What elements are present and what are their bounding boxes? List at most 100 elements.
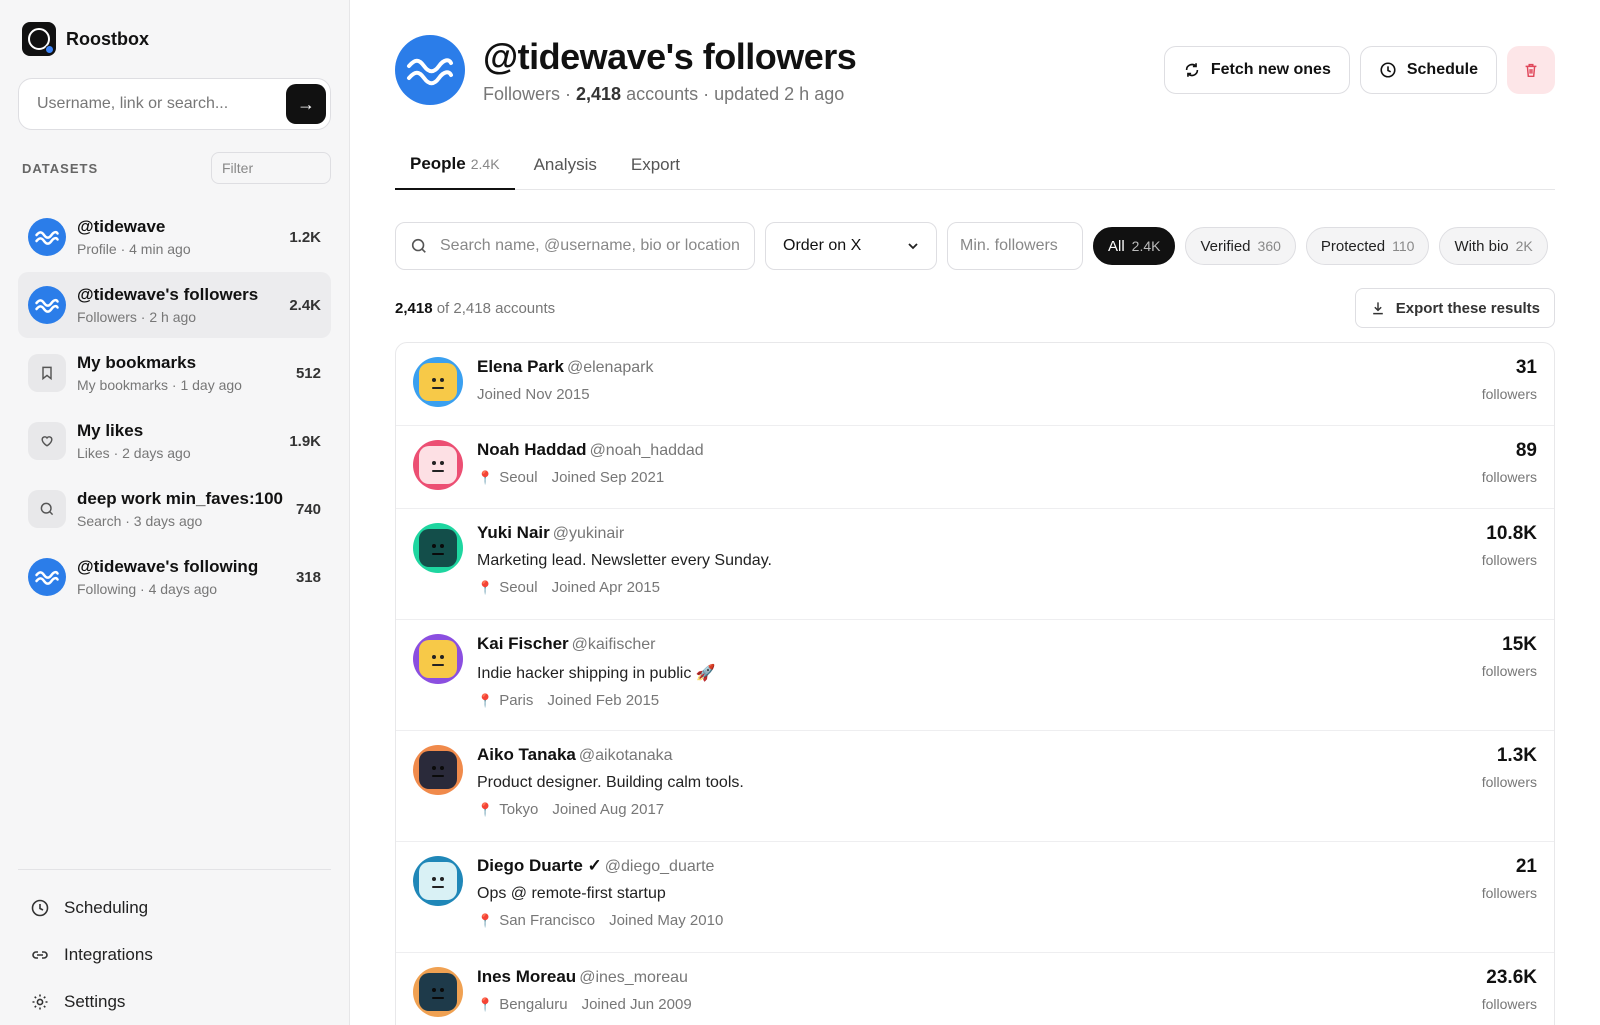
dataset-item[interactable]: @tidewave's following Following · 4 days … [18, 544, 331, 610]
person-bio: Marketing lead. Newsletter every Sunday. [477, 552, 772, 569]
tab-analysis[interactable]: Analysis [519, 140, 612, 190]
people-search-input[interactable] [440, 237, 740, 255]
tab-people[interactable]: People 2.4K [395, 140, 515, 190]
avatar-face-icon [419, 973, 457, 1011]
person-row[interactable]: Noah Haddad @noah_haddad 📍 Seoul Joined Sep … [396, 426, 1554, 509]
dataset-name: deep work min_faves:100 [77, 489, 283, 508]
fetch-new-button[interactable]: Fetch new ones [1163, 46, 1350, 94]
chip-count: 2K [1515, 238, 1533, 254]
arrow-right-icon: → [297, 93, 315, 114]
person-name[interactable]: Ines Moreau @ines_moreau [477, 967, 1482, 987]
person-meta: Joined Nov 2015 [477, 386, 1482, 403]
tab-bar: People 2.4K Analysis Export [395, 140, 1555, 190]
sidebar-link-settings[interactable]: Settings [18, 978, 331, 1025]
dataset-name: @tidewave's following [77, 557, 259, 576]
person-info: Diego Duarte ✓ @diego_duarte Ops @ remote-… [477, 856, 1482, 929]
order-select[interactable]: Order on X [765, 222, 937, 270]
clock-icon [1380, 62, 1396, 78]
search-icon [411, 238, 426, 253]
follower-label: followers [1481, 469, 1537, 485]
people-search [395, 222, 755, 270]
tab-label: People [410, 154, 466, 173]
person-name[interactable]: Kai Fischer @kaifischer [477, 634, 1482, 654]
person-bio: Indie hacker shipping in public 🚀 [477, 665, 716, 682]
schedule-button[interactable]: Schedule [1359, 46, 1497, 94]
person-name[interactable]: Elena Park @elenapark [477, 357, 1482, 377]
person-name[interactable]: Aiko Tanaka @aikotanaka [477, 745, 1482, 765]
datasets-filter-input[interactable] [211, 152, 331, 184]
filter-bar: Order on X All 2.4K Verified 360 Protected 11… [395, 222, 1555, 270]
dataset-name: My bookmarks [77, 353, 197, 372]
app-name: Roostbox [66, 28, 149, 49]
dataset-name: My likes [77, 421, 144, 440]
dataset-avatar [395, 35, 465, 105]
person-row[interactable]: Ines Moreau @ines_moreau 📍 Bengaluru Joined … [396, 953, 1554, 1025]
dataset-meta: Followers · 2 h ago [77, 309, 197, 325]
dataset-item[interactable]: @tidewave Profile · 4 min ago 1.2K [18, 204, 331, 270]
dataset-item[interactable]: @tidewave's followers Followers · 2 h ago… [18, 272, 331, 338]
avatar-face-icon [419, 363, 457, 401]
follower-stat: 10.8K followers [1482, 523, 1537, 568]
dataset-avatar [28, 558, 66, 596]
filter-chip-with-bio[interactable]: With bio 2K [1439, 227, 1548, 265]
tab-export[interactable]: Export [616, 140, 695, 190]
avatar [413, 634, 463, 684]
account-count: 2,418 [576, 83, 622, 104]
brand[interactable]: Roostbox [18, 0, 331, 78]
person-info: Ines Moreau @ines_moreau 📍 Bengaluru Joined … [477, 967, 1482, 1013]
location-pin-icon: 📍 [477, 470, 494, 485]
filter-chip-protected[interactable]: Protected 110 [1305, 227, 1430, 265]
person-handle[interactable]: @diego_duarte [605, 858, 715, 875]
sidebar-search-input[interactable] [37, 95, 286, 113]
result-bar: 2,418 of 2,418 accounts Export these res… [395, 288, 1555, 328]
sidebar-link-scheduling[interactable]: Scheduling [18, 884, 331, 931]
sidebar-link-label: Integrations [64, 944, 153, 964]
link-icon [32, 950, 48, 959]
person-handle[interactable]: @noah_haddad [590, 442, 704, 459]
person-handle[interactable]: @aikotanaka [579, 747, 673, 764]
person-handle[interactable]: @kaifischer [572, 636, 656, 653]
person-joined: Joined Nov 2015 [477, 386, 590, 403]
filter-chip-verified[interactable]: Verified 360 [1185, 227, 1296, 265]
person-row[interactable]: Yuki Nair @yukinair Marketing lead. Newsle… [396, 509, 1554, 620]
follower-count: 89 [1515, 440, 1537, 461]
sidebar: Roostbox → DATASETS @tidewave Profile · 4… [0, 0, 350, 1025]
person-handle[interactable]: @ines_moreau [579, 969, 688, 986]
delete-dataset-button[interactable] [1507, 46, 1555, 94]
dataset-meta: Following · 4 days ago [77, 581, 218, 597]
person-row[interactable]: Aiko Tanaka @aikotanaka Product designer. … [396, 731, 1554, 842]
dataset-meta: Profile · 4 min ago [77, 241, 191, 257]
person-handle[interactable]: @yukinair [553, 525, 624, 542]
trash-icon [1525, 63, 1537, 78]
dataset-text: My bookmarks My bookmarks · 1 day ago [77, 353, 296, 393]
dataset-name: @tidewave [77, 217, 166, 236]
person-row[interactable]: Elena Park @elenapark Joined Nov 2015 31 fol… [396, 343, 1554, 426]
avatar-face-icon [419, 446, 457, 484]
dataset-item[interactable]: deep work min_faves:100 Search · 3 days a… [18, 476, 331, 542]
person-row[interactable]: Kai Fischer @kaifischer Indie hacker shipp… [396, 620, 1554, 731]
person-joined: Joined Jun 2009 [581, 996, 692, 1013]
chip-label: With bio [1454, 237, 1509, 255]
person-handle[interactable]: @elenapark [567, 359, 654, 376]
person-row[interactable]: Diego Duarte ✓ @diego_duarte Ops @ remote-… [396, 842, 1554, 953]
follower-label: followers [1481, 774, 1537, 790]
person-meta: 📍 Paris Joined Feb 2015 [477, 692, 1482, 709]
person-location: 📍 Bengaluru [477, 996, 568, 1013]
person-name[interactable]: Noah Haddad @noah_haddad [477, 440, 1482, 460]
dataset-meta: My bookmarks · 1 day ago [77, 377, 242, 393]
filter-chip-all[interactable]: All 2.4K [1093, 227, 1176, 265]
person-name[interactable]: Yuki Nair @yukinair [477, 523, 1482, 543]
dataset-item[interactable]: My likes Likes · 2 days ago 1.9K [18, 408, 331, 474]
dataset-item[interactable]: My bookmarks My bookmarks · 1 day ago 512 [18, 340, 331, 406]
person-name[interactable]: Diego Duarte ✓ @diego_duarte [477, 856, 1482, 876]
datasets-header: DATASETS [18, 152, 331, 184]
follower-stat: 31 followers [1482, 357, 1537, 402]
sidebar-search: → [18, 78, 331, 130]
export-results-button[interactable]: Export these results [1354, 288, 1555, 328]
min-followers-input[interactable] [947, 222, 1083, 270]
search-submit-button[interactable]: → [286, 84, 326, 124]
person-location: 📍 Tokyo [477, 801, 539, 818]
sidebar-link-integrations[interactable]: Integrations [18, 931, 331, 978]
avatar [413, 523, 463, 573]
chip-count: 360 [1257, 238, 1281, 254]
